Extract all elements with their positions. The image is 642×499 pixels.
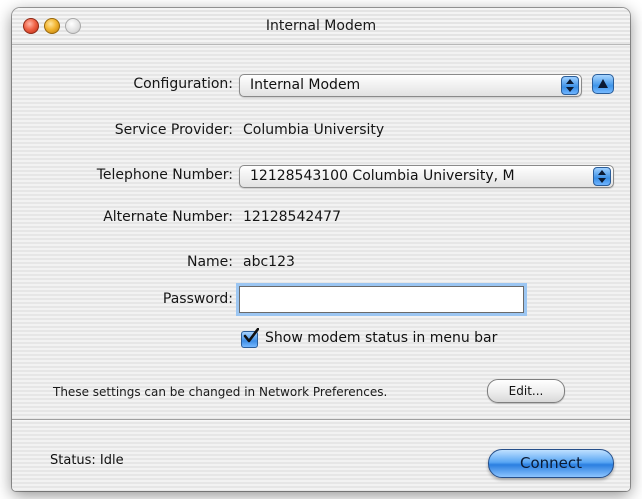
alternate-value: 12128542477 [243,209,341,225]
password-field[interactable] [239,286,524,313]
show-status-label[interactable]: Show modem status in menu bar [265,330,497,346]
disclosure-triangle-icon[interactable] [592,74,614,94]
telephone-value: 12128543100 Columbia University, M [250,168,515,184]
connect-button[interactable]: Connect [488,449,614,478]
name-value: abc123 [243,254,295,270]
popup-arrows-icon [561,76,579,95]
separator [12,419,630,421]
alternate-label: Alternate Number: [103,209,233,225]
show-status-checkbox[interactable] [241,328,259,348]
popup-arrows-icon [593,167,611,186]
configuration-label: Configuration: [133,76,233,92]
checkmark-icon [243,328,259,343]
telephone-label: Telephone Number: [96,167,233,183]
service-provider-value: Columbia University [243,122,385,138]
window-title: Internal Modem [265,18,377,34]
status-text: Status: Idle [50,453,124,468]
modem-window: Internal Modem Configuration: Internal M… [12,8,630,491]
name-label: Name: [186,254,233,270]
network-preferences-note: These settings can be changed in Network… [53,385,388,399]
configuration-value: Internal Modem [250,77,361,93]
edit-button[interactable]: Edit... [487,379,565,403]
password-label: Password: [162,291,233,307]
title-bar[interactable]: Internal Modem [12,8,630,45]
service-provider-label: Service Provider: [114,122,233,138]
configuration-popup[interactable]: Internal Modem [239,74,582,97]
telephone-popup[interactable]: 12128543100 Columbia University, M [239,165,614,188]
